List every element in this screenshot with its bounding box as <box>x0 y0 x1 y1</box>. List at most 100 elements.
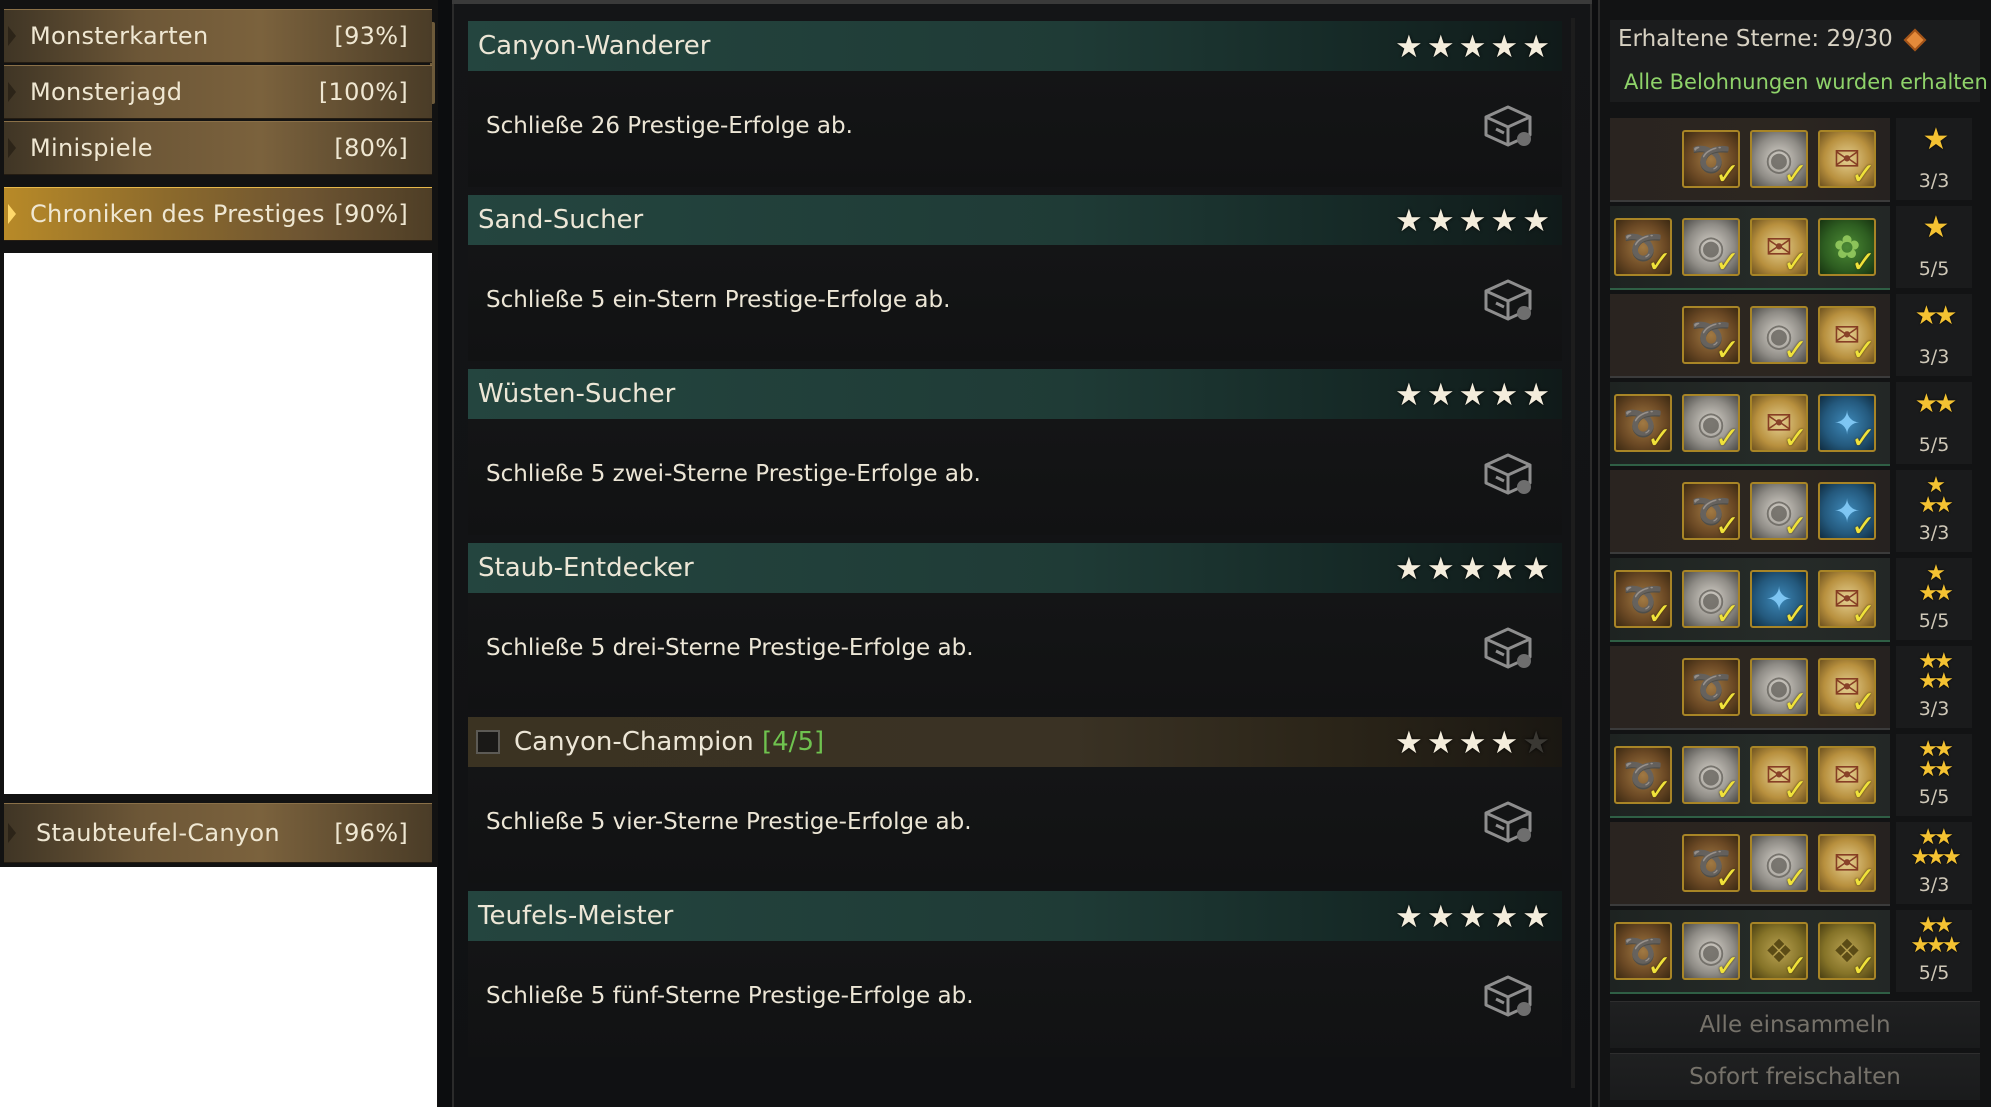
reward-item-icon[interactable]: ✦ ✓ <box>1818 394 1876 456</box>
achievement-star-rating: ★ ★ ★ ★ ★ <box>1395 203 1550 239</box>
reward-item-icon[interactable]: ✦ ✓ <box>1818 482 1876 544</box>
reward-item-icon[interactable]: ✉ ✓ <box>1750 218 1808 280</box>
achievement-body: Schließe 5 ein-Stern Prestige-Erfolge ab… <box>468 245 1562 361</box>
reward-item-icon[interactable]: ✦ ✓ <box>1750 570 1808 632</box>
reward-item-icon[interactable]: ◉ ✓ <box>1750 482 1808 544</box>
category-monsterjagd[interactable]: Monsterjagd [100%] <box>4 65 432 119</box>
rewards-status: Alle Belohnungen wurden erhalten <box>1624 70 1988 94</box>
achievement-row[interactable]: Teufels-Meister ★ ★ ★ ★ ★ Schließe 5 fünf-Ster… <box>468 891 1562 1057</box>
reward-item-icon[interactable]: ◉ ✓ <box>1750 658 1808 720</box>
stars-received: Erhaltene Sterne: 29/30 <box>1618 26 1927 52</box>
reward-item-icon[interactable]: ➰ ✓ <box>1614 746 1672 808</box>
checkmark-icon: ✓ <box>1782 773 1808 808</box>
chevron-right-icon <box>8 138 16 158</box>
unlock-now-button[interactable]: Sofort freischalten <box>1610 1053 1980 1100</box>
reward-item-icon[interactable]: ✉ ✓ <box>1818 130 1876 192</box>
reward-item-icon[interactable]: ◉ ✓ <box>1682 570 1740 632</box>
category-label: Staubteufel-Canyon <box>36 819 280 847</box>
reward-tier-count: 3/3 <box>1918 170 1950 192</box>
reward-item-icon[interactable]: ➰ ✓ <box>1682 306 1740 368</box>
achievement-progress: [4/5] <box>762 727 825 757</box>
treasure-chest-icon[interactable] <box>1480 621 1536 673</box>
reward-item-icon[interactable]: ◉ ✓ <box>1750 834 1808 896</box>
reward-item-icon[interactable]: ➰ ✓ <box>1682 482 1740 544</box>
star-icon: ★ <box>1522 725 1550 761</box>
achievement-header: Sand-Sucher ★ ★ ★ ★ ★ <box>468 195 1562 245</box>
star-icon: ★ <box>1395 29 1423 65</box>
achievement-name: Wüsten-Sucher <box>478 379 676 409</box>
reward-tier-stars: ★★ ★★ 3/3 <box>1896 646 1972 728</box>
reward-item-icon[interactable]: ✿ ✓ <box>1818 218 1876 280</box>
achievement-header: Wüsten-Sucher ★ ★ ★ ★ ★ <box>468 369 1562 419</box>
category-monsterkarten[interactable]: Monsterkarten [93%] <box>4 9 432 63</box>
star-icon: ★ <box>1426 725 1455 761</box>
reward-item-icon[interactable]: ✉ ✓ <box>1750 394 1808 456</box>
achievement-star-rating: ★ ★ ★ ★ ★ <box>1395 29 1550 65</box>
reward-item-icon[interactable]: ◉ ✓ <box>1682 218 1740 280</box>
reward-item-icon[interactable]: ✉ ✓ <box>1818 834 1876 896</box>
reward-item-icon[interactable]: ➰ ✓ <box>1682 834 1740 896</box>
achievement-row[interactable]: Staub-Entdecker ★ ★ ★ ★ ★ Schließe 5 drei-Ster… <box>468 543 1562 709</box>
star-icon: ★ <box>1426 377 1455 413</box>
reward-item-icon[interactable]: ➰ ✓ <box>1682 658 1740 720</box>
reward-tier-stars: ★★ ★★ 5/5 <box>1896 734 1972 816</box>
checkmark-icon: ✓ <box>1782 157 1808 192</box>
chevron-right-icon <box>8 823 16 843</box>
category-minispiele[interactable]: Minispiele [80%] <box>4 121 432 175</box>
achievement-star-rating: ★ ★ ★ ★ ★ <box>1395 725 1550 761</box>
star-icon: ★ <box>1426 551 1455 587</box>
reward-item-icon[interactable]: ✉ ✓ <box>1750 746 1808 808</box>
category-staubteufel-canyon[interactable]: Staubteufel-Canyon [96%] <box>4 803 432 863</box>
achievement-row[interactable]: Canyon-Champion [4/5] ★ ★ ★ ★ ★ Schließe 5 vie… <box>468 717 1562 883</box>
star-icon: ★ <box>1458 29 1487 65</box>
checkmark-icon: ✓ <box>1782 685 1808 720</box>
reward-item-icon[interactable]: ◉ ✓ <box>1682 922 1740 984</box>
treasure-chest-icon[interactable] <box>1480 795 1536 847</box>
achievement-description: Schließe 26 Prestige-Erfolge ab. <box>486 113 853 139</box>
star-icon: ★★ <box>1914 301 1958 331</box>
treasure-chest-icon[interactable] <box>1480 99 1536 151</box>
reward-item-icon[interactable]: ➰ ✓ <box>1682 130 1740 192</box>
reward-item-icon[interactable]: ✉ ✓ <box>1818 306 1876 368</box>
checkmark-icon: ✓ <box>1782 949 1808 984</box>
star-icon: ★ <box>1490 203 1519 239</box>
achievement-row[interactable]: Sand-Sucher ★ ★ ★ ★ ★ Schließe 5 ein-Stern Pre… <box>468 195 1562 361</box>
achievement-title: Wüsten-Sucher <box>478 379 675 409</box>
reward-item-icon[interactable]: ❖ ✓ <box>1818 922 1876 984</box>
reward-item-icon[interactable]: ✉ ✓ <box>1818 658 1876 720</box>
treasure-chest-icon[interactable] <box>1480 273 1536 325</box>
reward-item-icon[interactable]: ➰ ✓ <box>1614 218 1672 280</box>
checkmark-icon: ✓ <box>1714 861 1740 896</box>
achievement-title: Staub-Entdecker <box>478 553 694 583</box>
reward-item-icon[interactable]: ◉ ✓ <box>1682 394 1740 456</box>
star-icon: ★ <box>1490 377 1519 413</box>
achievement-checkbox[interactable] <box>476 730 500 754</box>
reward-item-icon[interactable]: ✉ ✓ <box>1818 570 1876 632</box>
star-icon: ★ <box>1458 725 1487 761</box>
treasure-chest-icon[interactable] <box>1480 969 1536 1021</box>
achievement-header: Canyon-Wanderer ★ ★ ★ ★ ★ <box>468 21 1562 71</box>
checkmark-icon: ✓ <box>1714 597 1740 632</box>
achievement-scrollbar[interactable] <box>1571 18 1575 1088</box>
achievement-star-rating: ★ ★ ★ ★ ★ <box>1395 551 1550 587</box>
collect-all-button[interactable]: Alle einsammeln <box>1610 1001 1980 1048</box>
reward-item-icon[interactable]: ➰ ✓ <box>1614 922 1672 984</box>
star-icon: ★ <box>1922 122 1950 157</box>
chevron-right-icon <box>8 82 16 102</box>
checkmark-icon: ✓ <box>1782 861 1808 896</box>
treasure-chest-icon[interactable] <box>1480 447 1536 499</box>
achievement-row[interactable]: Canyon-Wanderer ★ ★ ★ ★ ★ Schließe 26 Prestige… <box>468 21 1562 187</box>
checkmark-icon: ✓ <box>1714 245 1740 280</box>
reward-item-icon[interactable]: ➰ ✓ <box>1614 394 1672 456</box>
reward-item-icon[interactable]: ◉ ✓ <box>1682 746 1740 808</box>
reward-item-icon[interactable]: ➰ ✓ <box>1614 570 1672 632</box>
achievement-body: Schließe 26 Prestige-Erfolge ab. <box>468 71 1562 187</box>
category-label: Monsterjagd <box>30 78 183 106</box>
category-chroniken-des-prestiges[interactable]: Chroniken des Prestiges [90%] <box>4 187 432 241</box>
reward-item-icon[interactable]: ◉ ✓ <box>1750 306 1808 368</box>
reward-item-icon[interactable]: ✉ ✓ <box>1818 746 1876 808</box>
reward-item-icon[interactable]: ◉ ✓ <box>1750 130 1808 192</box>
achievement-row[interactable]: Wüsten-Sucher ★ ★ ★ ★ ★ Schließe 5 zwei-Sterne… <box>468 369 1562 535</box>
achievement-header: Teufels-Meister ★ ★ ★ ★ ★ <box>468 891 1562 941</box>
reward-item-icon[interactable]: ❖ ✓ <box>1750 922 1808 984</box>
